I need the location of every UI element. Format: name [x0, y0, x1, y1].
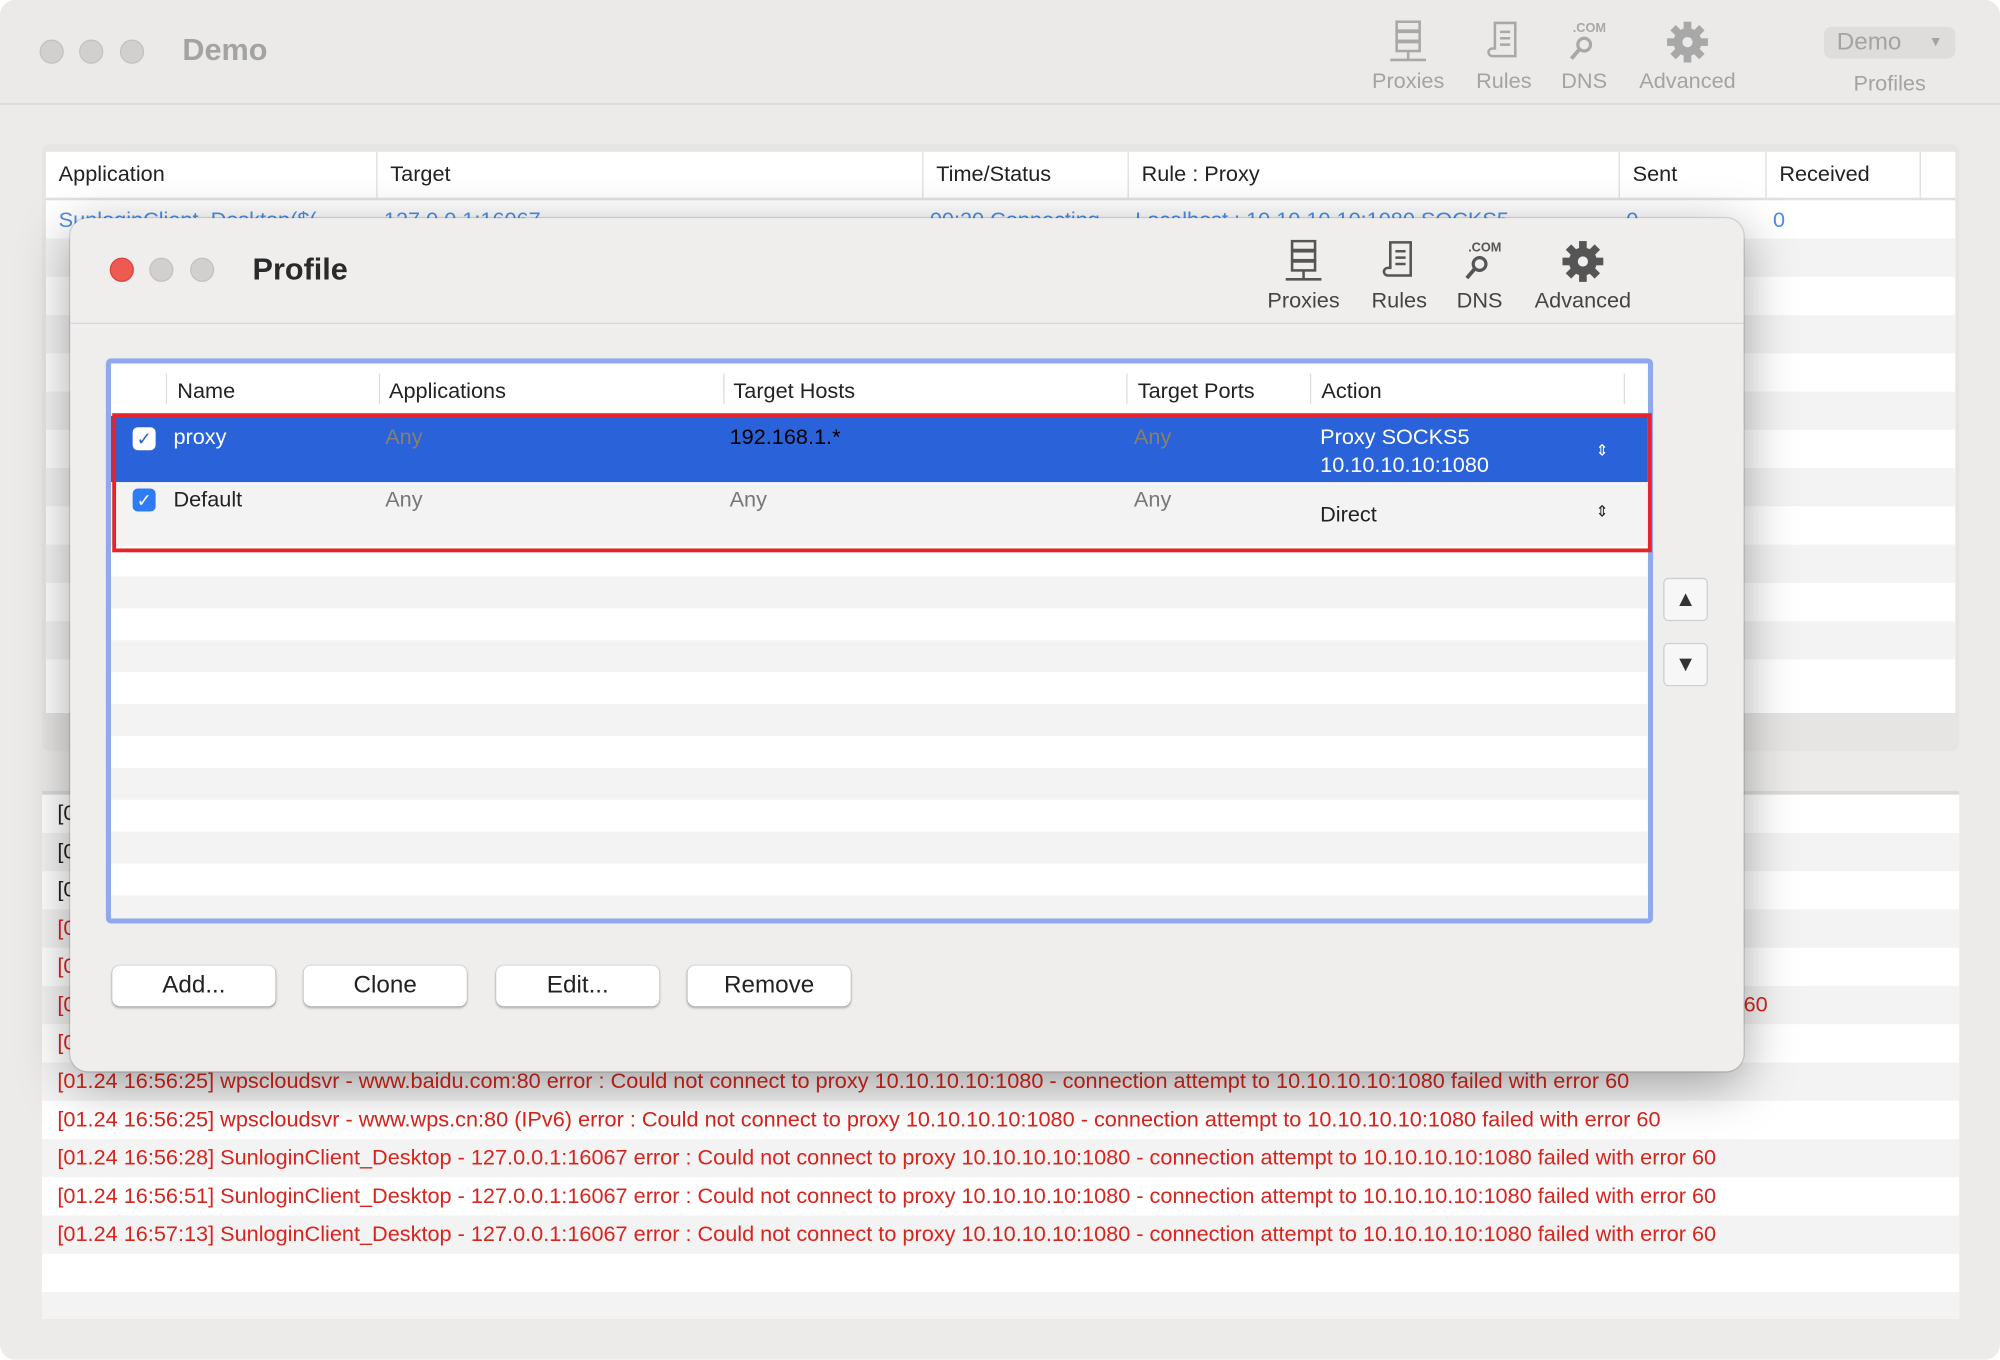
column-application[interactable]: Application [46, 151, 378, 198]
cell-received: 0 [1772, 207, 1786, 233]
log-line: [01.24 16:56:28] SunloginClient_Desktop … [57, 1145, 1717, 1170]
toolbar-advanced[interactable]: Advanced [1630, 20, 1745, 94]
add-button[interactable]: Add... [112, 965, 276, 1007]
svg-text:.COM: .COM [1573, 20, 1606, 34]
server-icon [1285, 239, 1322, 281]
main-window: Demo Proxies Rules .COM DNS Advanced Dem… [0, 0, 2000, 1360]
dns-search-icon: .COM [1569, 20, 1606, 60]
toolbar-label: Rules [1476, 68, 1532, 94]
column-target-ports[interactable]: Target Ports [1138, 379, 1255, 405]
column-target-hosts[interactable]: Target Hosts [733, 379, 855, 405]
toolbar-proxies[interactable]: Proxies [1357, 20, 1459, 94]
column-sent[interactable]: Sent [1620, 151, 1767, 198]
svg-text:.COM: .COM [1468, 240, 1501, 254]
toolbar-label: Proxies [1371, 68, 1445, 94]
profiles-popup[interactable]: Demo ▼ [1823, 26, 1956, 59]
log-line-partial-end: 60 [1743, 992, 1768, 1017]
scroll-icon [1487, 21, 1517, 58]
column-rule-proxy[interactable]: Rule : Proxy [1129, 151, 1620, 198]
remove-button[interactable]: Remove [687, 965, 851, 1007]
highlight-outline [112, 413, 1652, 553]
sheet-zoom-button[interactable] [190, 257, 215, 282]
sheet-toolbar-proxies[interactable]: Proxies [1253, 239, 1355, 314]
column-applications[interactable]: Applications [389, 379, 506, 405]
log-line: [01.24 16:57:13] SunloginClient_Desktop … [57, 1221, 1717, 1247]
server-icon [1390, 20, 1427, 62]
chevron-down-icon: ▼ [1928, 34, 1943, 50]
toolbar-label: Rules [1371, 288, 1427, 313]
profiles-label: Profiles [1853, 71, 1926, 96]
column-received[interactable]: Received [1767, 151, 1921, 198]
toolbar-label: Proxies [1267, 288, 1340, 313]
toolbar-label: DNS [1456, 288, 1503, 313]
scroll-icon [1382, 241, 1412, 277]
profile-sheet: Profile Proxies Rules .COM DNS Advanced … [70, 218, 1744, 1072]
clone-button[interactable]: Clone [303, 965, 467, 1007]
log-line: [01.24 16:56:25] wpscloudsvr - www.wps.c… [57, 1107, 1661, 1132]
dns-search-icon: .COM [1465, 240, 1501, 280]
move-up-button[interactable]: ▲ [1663, 577, 1708, 622]
sheet-minimize-button[interactable] [149, 257, 174, 282]
log-line: [01.24 16:56:51] SunloginClient_Desktop … [57, 1183, 1717, 1208]
toolbar-label: Advanced [1639, 68, 1736, 94]
column-name[interactable]: Name [177, 379, 235, 405]
sheet-title: Profile [252, 252, 348, 287]
log-line: [01.24 16:56:25] wpscloudsvr - www.baidu… [57, 1068, 1630, 1094]
toolbar-label: Advanced [1534, 288, 1632, 313]
toolbar-dns[interactable]: .COM DNS [1533, 20, 1635, 94]
gear-icon [1667, 21, 1708, 63]
window-title: Demo [182, 33, 268, 68]
column-time-status[interactable]: Time/Status [923, 151, 1129, 198]
close-button[interactable] [39, 39, 64, 64]
profiles-selected: Demo [1836, 29, 1902, 57]
sheet-toolbar-advanced[interactable]: Advanced [1525, 240, 1640, 314]
sheet-toolbar-dns[interactable]: .COM DNS [1429, 240, 1531, 314]
toolbar-label: DNS [1561, 68, 1608, 94]
zoom-button[interactable] [119, 39, 145, 64]
move-down-button[interactable]: ▼ [1663, 642, 1708, 687]
minimize-button[interactable] [79, 39, 104, 64]
edit-button[interactable]: Edit... [496, 965, 660, 1007]
connections-header: Application Target Time/Status Rule : Pr… [45, 151, 1956, 201]
column-action[interactable]: Action [1321, 379, 1381, 405]
sheet-close-button[interactable] [109, 257, 134, 282]
gear-icon [1562, 241, 1604, 282]
column-target[interactable]: Target [378, 151, 924, 198]
